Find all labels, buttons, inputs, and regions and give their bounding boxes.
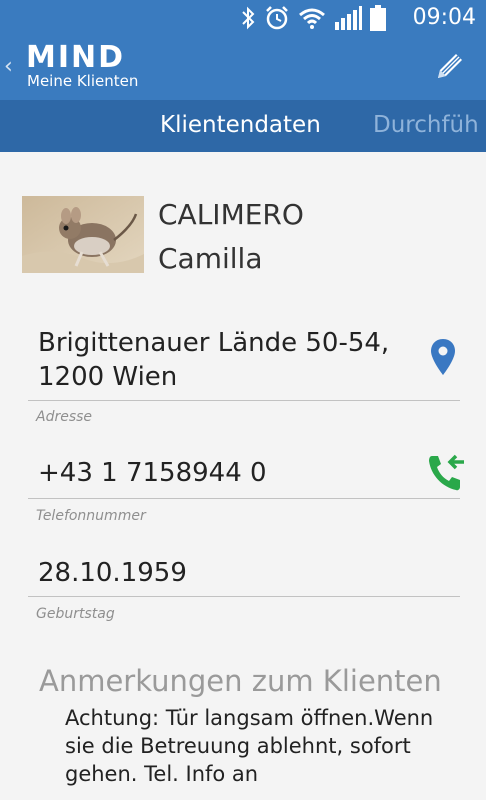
status-icons	[240, 4, 386, 32]
client-details: CALIMERO Camilla Brigittenauer Lände 50-…	[0, 152, 486, 800]
call-phone-icon[interactable]	[426, 452, 466, 494]
address-line-1: Brigittenauer Lände 50-54,	[38, 328, 390, 358]
birthday-value: 28.10.1959	[38, 558, 187, 588]
tab-klientendaten[interactable]: Klientendaten	[160, 112, 321, 138]
app-subtitle: Meine Klienten	[27, 72, 139, 90]
app-logo[interactable]: MIND	[26, 40, 125, 75]
tab-durchfuehrung[interactable]: Durchfüh	[373, 112, 479, 138]
client-last-name: CALIMERO	[158, 198, 304, 231]
birthday-field[interactable]: 28.10.1959	[28, 536, 460, 597]
client-first-name: Camilla	[158, 242, 263, 275]
status-time: 09:04	[412, 5, 476, 30]
map-pin-icon[interactable]	[430, 338, 456, 376]
edit-pencil-icon[interactable]	[430, 48, 468, 86]
battery-icon	[370, 5, 386, 31]
phone-label: Telefonnummer	[36, 508, 146, 524]
notes-text: Achtung: Tür langsam öffnen.Wenn sie die…	[65, 706, 434, 786]
phone-value: +43 1 7158944 0	[38, 458, 267, 488]
status-bar: 09:04	[0, 0, 486, 36]
address-field[interactable]: Brigittenauer Lände 50-54, 1200 Wien	[28, 316, 460, 401]
address-label: Adresse	[36, 409, 93, 425]
birthday-label: Geburtstag	[36, 606, 115, 622]
back-chevron-icon[interactable]: ‹	[4, 54, 13, 79]
client-photo	[22, 196, 144, 273]
signal-icon	[335, 6, 362, 30]
bluetooth-icon	[242, 6, 255, 30]
notes-title: Anmerkungen zum Klienten	[39, 664, 442, 698]
address-line-2: 1200 Wien	[38, 362, 178, 392]
wifi-icon	[299, 8, 325, 29]
app-bar: ‹ MIND Meine Klienten	[0, 36, 486, 100]
alarm-icon	[266, 6, 288, 30]
tab-bar: Klientendaten Durchfüh	[0, 100, 486, 152]
phone-field[interactable]: +43 1 7158944 0	[28, 438, 464, 499]
